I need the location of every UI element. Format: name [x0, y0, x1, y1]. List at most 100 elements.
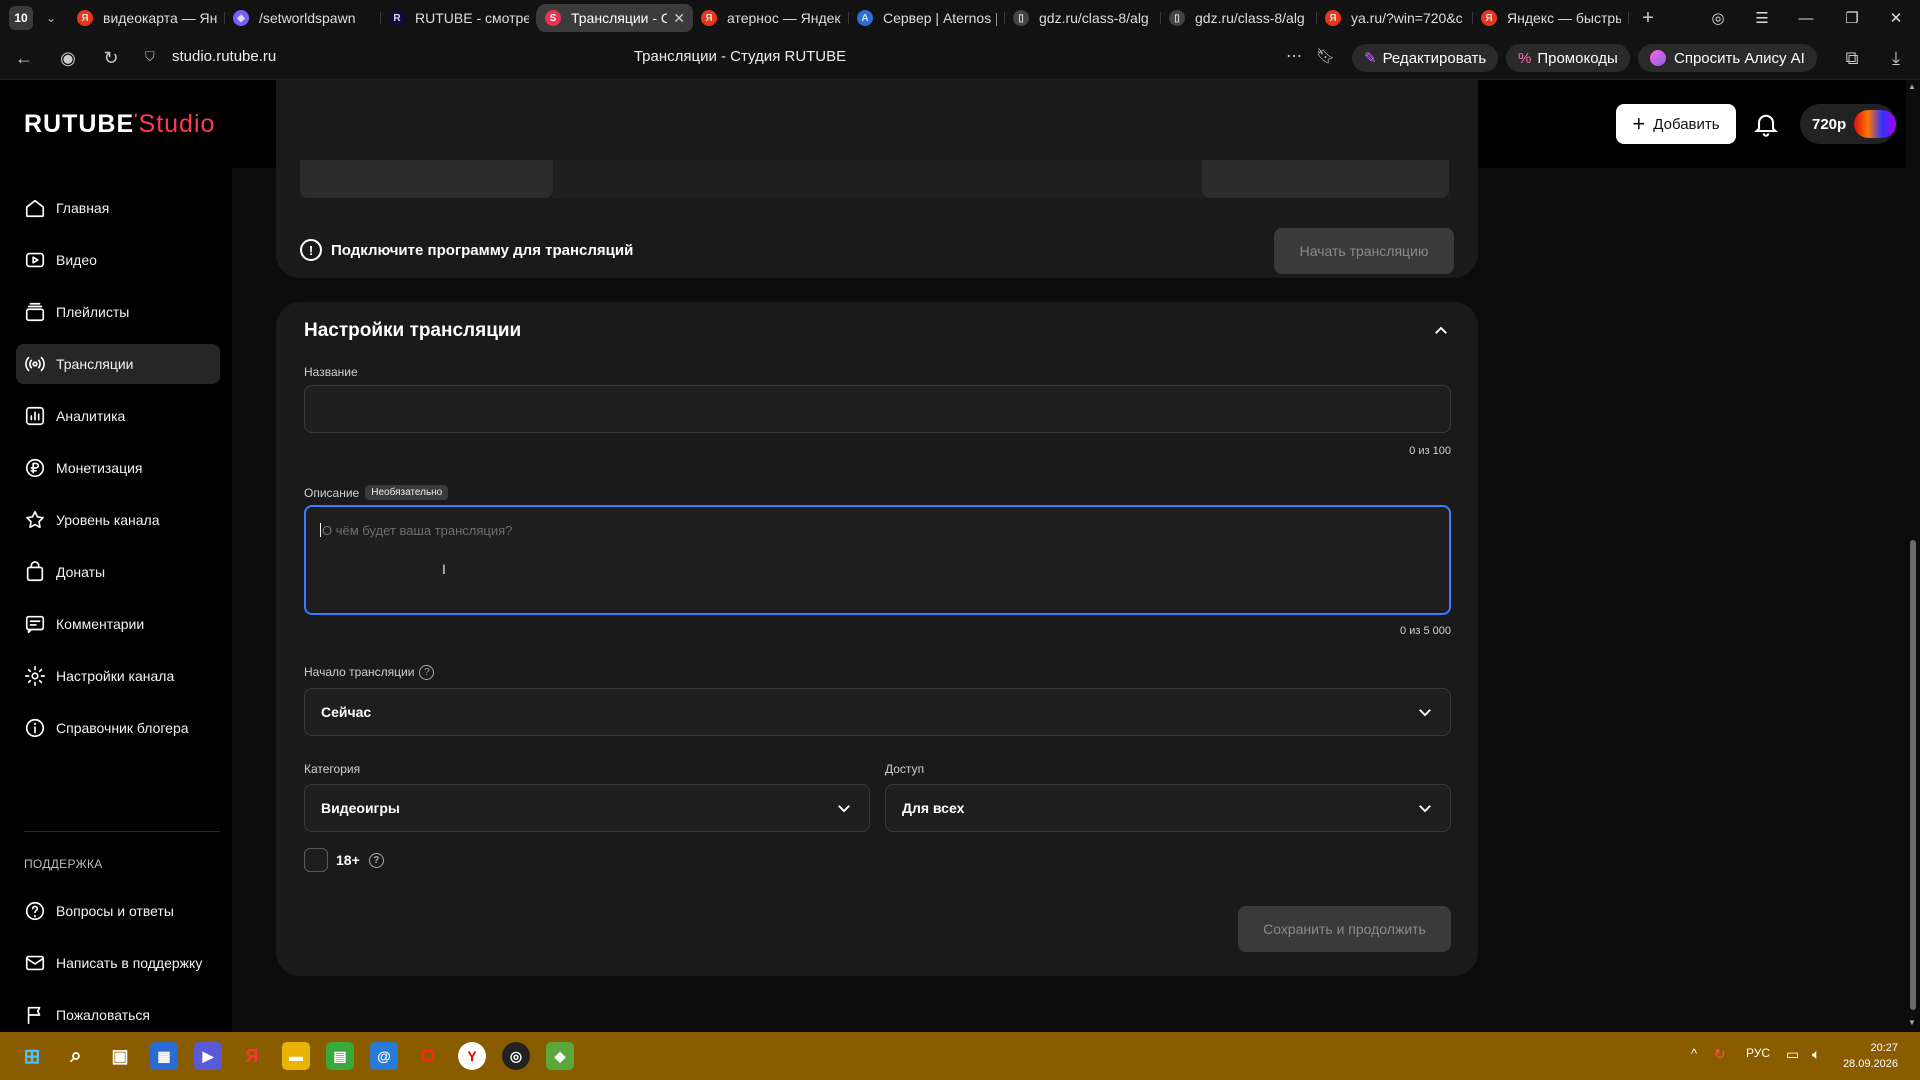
- rutube-studio-logo[interactable]: RUTUBE'Studio: [24, 110, 215, 139]
- browser-tab[interactable]: S Трансляции - С ✕: [537, 4, 693, 32]
- sync-icon[interactable]: ↻: [1714, 1046, 1726, 1063]
- sidebar-item-comment[interactable]: Комментарии: [16, 604, 220, 644]
- opera-icon[interactable]: O: [414, 1042, 442, 1070]
- sidebar-item-star[interactable]: Уровень канала: [16, 500, 220, 540]
- scrollbar-thumb[interactable]: [1910, 540, 1916, 1010]
- url-field[interactable]: studio.rutube.ru: [172, 48, 276, 65]
- browser-tab[interactable]: Явидеокарта — Ян: [69, 4, 225, 32]
- reload-icon[interactable]: ↻: [99, 46, 123, 70]
- back-icon[interactable]: ←: [12, 46, 36, 70]
- browser-tab[interactable]: Яатернос — Яндекс: [693, 4, 849, 32]
- sidebar-item-broadcast[interactable]: Трансляции: [16, 344, 220, 384]
- scroll-up-icon[interactable]: ▲: [1908, 82, 1916, 91]
- yandex-home-icon[interactable]: ◉: [56, 46, 80, 70]
- access-select[interactable]: Для всех: [885, 784, 1451, 832]
- browser-tab[interactable]: ◆ /setworldspawn: [225, 4, 381, 32]
- file-explorer-icon[interactable]: ▬: [282, 1042, 310, 1070]
- help-icon[interactable]: ?: [419, 665, 435, 681]
- collapse-chevron-icon[interactable]: [1432, 322, 1450, 340]
- minimize-button[interactable]: —: [1784, 0, 1828, 36]
- description-label: Описание: [304, 485, 360, 500]
- start-stream-button[interactable]: Начать трансляцию: [1274, 228, 1454, 274]
- logo-main: RUTUBE: [24, 110, 135, 138]
- tab-favicon-icon: Я: [1481, 10, 1497, 26]
- browser-tab[interactable]: A Сервер | Aternos |: [849, 4, 1005, 32]
- add-button[interactable]: + Добавить: [1616, 104, 1736, 144]
- close-tab-icon[interactable]: ✕: [673, 10, 685, 27]
- flag-icon: [27, 1006, 41, 1025]
- ruble-icon: [25, 458, 45, 478]
- language-indicator[interactable]: РУС: [1746, 1046, 1770, 1060]
- yandex-icon[interactable]: Я: [238, 1042, 266, 1070]
- tabs-menu-chevron-icon[interactable]: ⌄: [39, 11, 63, 25]
- browser-tab[interactable]: Яya.ru/?win=720&c: [1317, 4, 1473, 32]
- windows-taskbar: ⊞ ⌕ ▣ ▦ ▶ Я ▬ ▤ @ O Y ◎ ◆ ^ ↻ РУС ▭ 🔈︎ 2…: [0, 1032, 1920, 1080]
- volume-icon[interactable]: 🔈︎: [1812, 1046, 1820, 1063]
- sidebar-item-info[interactable]: Справочник блогера: [16, 708, 220, 748]
- site-info-icon[interactable]: ⛉: [145, 49, 155, 65]
- browser-tab[interactable]: Я Яндекс — быстры: [1473, 4, 1629, 32]
- restore-button[interactable]: ❐: [1830, 0, 1874, 36]
- sidebar-item-flag[interactable]: Пожаловаться: [16, 995, 220, 1032]
- new-tab-button[interactable]: +: [1635, 5, 1661, 31]
- more-icon[interactable]: ⋯: [1286, 46, 1302, 66]
- obs-icon[interactable]: ◎: [502, 1042, 530, 1070]
- sidebar-item-ruble[interactable]: Монетизация: [16, 448, 220, 488]
- tab-title: Трансляции - С: [571, 10, 668, 26]
- promo-button[interactable]: % Промокоды: [1506, 44, 1630, 72]
- tray-chevron-icon[interactable]: ^: [1691, 1046, 1697, 1061]
- start-time-select[interactable]: Сейчас: [304, 688, 1451, 736]
- sidebar-item-home[interactable]: Главная: [16, 188, 220, 228]
- sidebar-item-analytics[interactable]: Аналитика: [16, 396, 220, 436]
- browser-menu-icon[interactable]: ☰: [1740, 0, 1784, 36]
- bell-icon[interactable]: [1752, 110, 1780, 138]
- widgets-icon[interactable]: ▦: [150, 1042, 178, 1070]
- browser-profile-icon[interactable]: ◎: [1696, 0, 1740, 36]
- star-icon: [26, 510, 44, 529]
- window-counter[interactable]: 10: [9, 6, 33, 30]
- browser-tab[interactable]: ▯ gdz.ru/class-8/alg: [1161, 4, 1317, 32]
- tab-title: Сервер | Aternos |: [883, 10, 997, 26]
- yandex-browser-icon[interactable]: Y: [458, 1042, 486, 1070]
- user-pill[interactable]: 720p: [1800, 104, 1896, 144]
- sidebar-item-gear[interactable]: Настройки канала: [16, 656, 220, 696]
- sidebar-item-donate[interactable]: Донаты: [16, 552, 220, 592]
- sidebar-item-question[interactable]: Вопросы и ответы: [16, 891, 220, 931]
- sidebar-item-mail[interactable]: Написать в поддержку: [16, 943, 220, 983]
- close-window-button[interactable]: ✕: [1874, 0, 1918, 36]
- bookmark-icon[interactable]: 🔖︎: [1316, 47, 1335, 65]
- name-input[interactable]: [304, 385, 1451, 433]
- scroll-down-icon[interactable]: ▼: [1908, 1018, 1916, 1027]
- name-label: Название: [304, 365, 358, 379]
- name-counter: 0 из 100: [1409, 445, 1451, 457]
- windows-start-icon[interactable]: ⊞: [18, 1042, 46, 1070]
- help-icon[interactable]: ?: [368, 852, 384, 868]
- minecraft-launcher-icon[interactable]: ▤: [326, 1042, 354, 1070]
- clock[interactable]: 20:27 28.09.2026: [1836, 1040, 1898, 1072]
- search-icon[interactable]: ⌕: [62, 1042, 90, 1070]
- minecraft-icon[interactable]: ◆: [546, 1042, 574, 1070]
- sidebar-item-playlist[interactable]: Плейлисты: [16, 292, 220, 332]
- page-scrollbar[interactable]: ▲ ▼: [1906, 80, 1920, 1032]
- category-value: Видеоигры: [321, 800, 400, 816]
- playlist-icon: [25, 302, 45, 322]
- description-textarea[interactable]: О чём будет ваша трансляция? I: [304, 505, 1451, 615]
- mail-app-icon[interactable]: @: [370, 1042, 398, 1070]
- description-label-row: Описание Необязательно: [304, 485, 449, 500]
- category-label: Категория: [304, 762, 361, 776]
- browser-tab[interactable]: R RUTUBE - смотре: [381, 4, 537, 32]
- browser-tab[interactable]: ▯ gdz.ru/class-8/alg: [1005, 4, 1161, 32]
- teams-icon[interactable]: ▶: [194, 1042, 222, 1070]
- alice-button[interactable]: Спросить Алису AI: [1638, 44, 1817, 72]
- category-select[interactable]: Видеоигры: [304, 784, 870, 832]
- task-view-icon[interactable]: ▣: [106, 1042, 134, 1070]
- network-icon[interactable]: ▭: [1786, 1046, 1799, 1063]
- save-continue-button[interactable]: Сохранить и продолжить: [1238, 906, 1451, 952]
- edit-label: Редактировать: [1382, 49, 1487, 67]
- sidebar-item-video[interactable]: Видео: [16, 240, 220, 280]
- age-checkbox[interactable]: [304, 848, 328, 872]
- edit-button[interactable]: ✎ Редактировать: [1352, 44, 1499, 72]
- tab-title: видеокарта — Ян: [103, 10, 217, 26]
- collections-icon[interactable]: ⧉: [1840, 46, 1864, 70]
- downloads-icon[interactable]: ⤓: [1884, 46, 1908, 70]
